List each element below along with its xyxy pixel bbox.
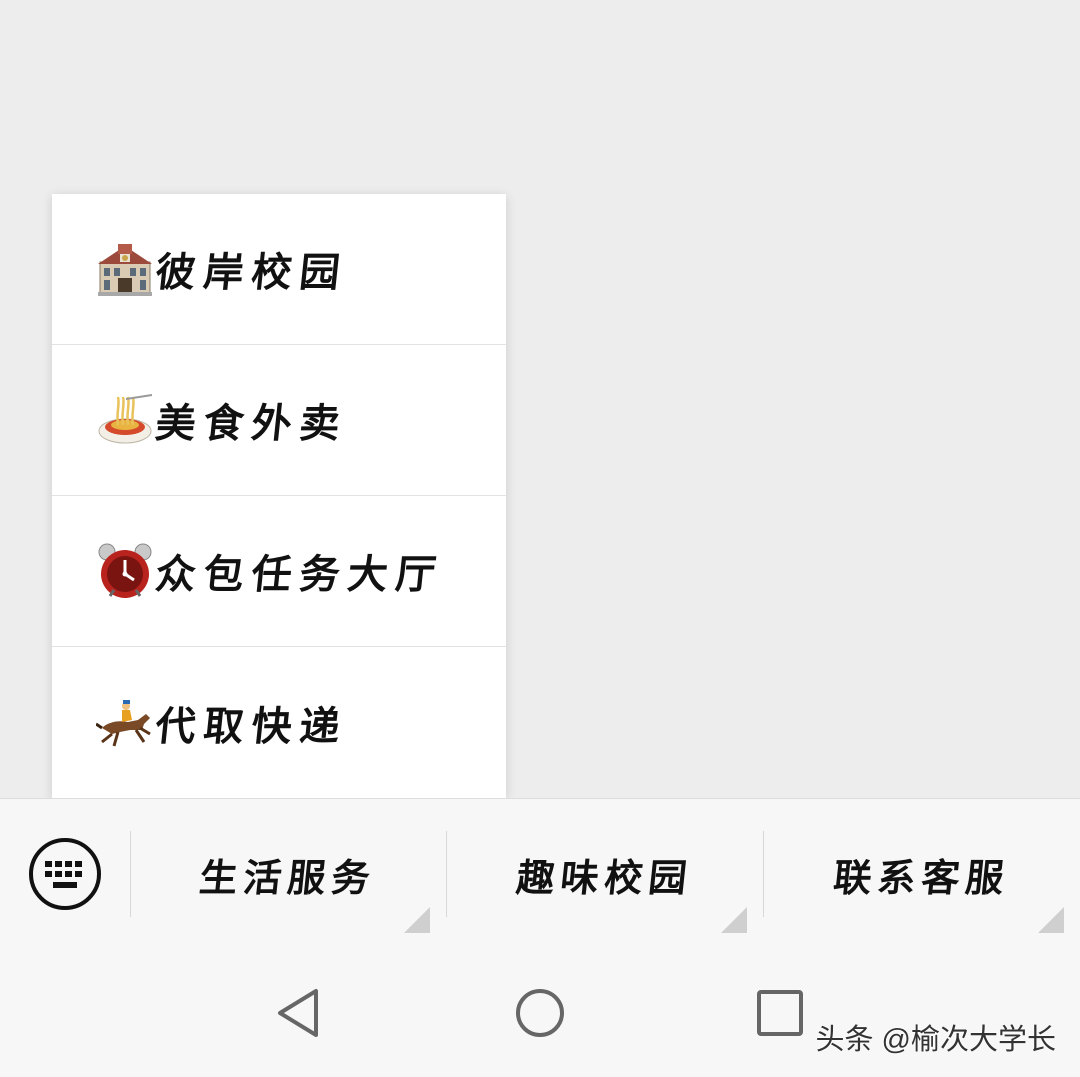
tab-contact-support[interactable]: 联系客服 (764, 799, 1080, 949)
tab-label: 趣味校园 (514, 854, 696, 900)
menu-item-campus[interactable]: 彼岸校园 (52, 194, 506, 345)
horse-racing-icon (96, 699, 151, 746)
menu-item-label: 彼岸校园 (153, 249, 351, 296)
tab-label: 联系客服 (831, 854, 1013, 900)
noodle-bowl-icon (98, 394, 153, 444)
menu-item-food-delivery[interactable]: 美食外卖 (52, 345, 506, 496)
menu-item-label: 美食外卖 (153, 400, 351, 447)
alarm-clock-icon (98, 543, 152, 598)
tab-life-services[interactable]: 生活服务 (131, 799, 446, 949)
popup-submenu: 彼岸校园 美食外卖 众包任务大厅 代取快递 (52, 194, 506, 798)
menu-item-crowdsourcing-hall[interactable]: 众包任务大厅 (52, 496, 506, 647)
menu-bar: 生活服务 趣味校园 联系客服 (0, 798, 1080, 950)
screen: 彼岸校园 美食外卖 众包任务大厅 代取快递 生活服务 趣味校园 联系客服 头条 … (0, 0, 1080, 1077)
menu-item-label: 众包任务大厅 (153, 551, 447, 598)
system-nav-bar: 头条 @榆次大学长 (0, 950, 1080, 1077)
watermark-text: 头条 @榆次大学长 (815, 1024, 1057, 1056)
back-triangle-icon[interactable] (272, 986, 326, 1040)
submenu-indicator (404, 907, 430, 933)
submenu-indicator (1038, 907, 1064, 933)
keyboard-icon[interactable] (28, 837, 102, 911)
menu-item-label: 代取快递 (153, 702, 351, 750)
school-building-icon (98, 244, 152, 296)
home-circle-icon[interactable] (513, 986, 567, 1040)
tab-label: 生活服务 (197, 854, 379, 900)
submenu-indicator (721, 907, 747, 933)
tab-fun-campus[interactable]: 趣味校园 (447, 799, 763, 949)
recents-square-icon[interactable] (753, 986, 807, 1040)
menu-item-express-pickup[interactable]: 代取快递 (52, 647, 506, 798)
